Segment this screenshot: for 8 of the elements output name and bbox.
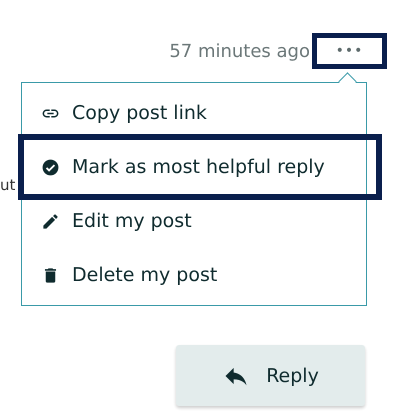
menu-item[interactable]: Mark as most helpful reply — [18, 134, 382, 200]
timestamp: 57 minutes ago — [169, 40, 310, 62]
check-circle-icon — [41, 158, 60, 176]
partial-text: ut — [0, 176, 16, 194]
pencil-icon — [41, 212, 60, 230]
reply-button[interactable]: Reply — [176, 345, 365, 406]
more-options-button[interactable]: ••• — [312, 33, 387, 69]
menu-item[interactable]: Delete my post — [22, 248, 366, 302]
